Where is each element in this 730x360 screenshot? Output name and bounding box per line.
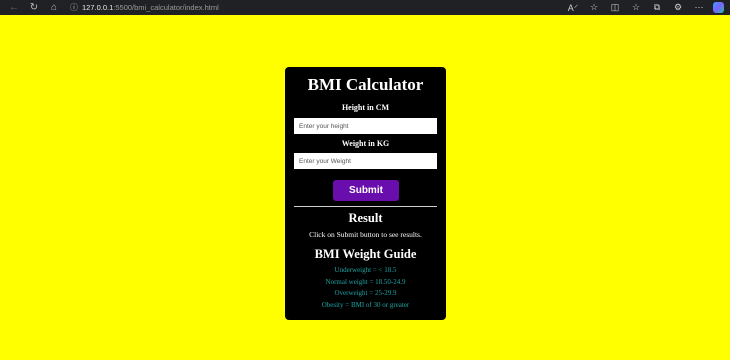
url-path: :5500/bmi_calculator/index.html bbox=[113, 3, 219, 12]
favorites-icon[interactable]: ☆ bbox=[629, 2, 643, 13]
submit-button[interactable]: Submit bbox=[333, 180, 399, 201]
guide-item-obesity: Obesity = BMI of 30 or greater bbox=[321, 300, 410, 309]
copilot-icon[interactable] bbox=[713, 2, 724, 13]
result-heading: Result bbox=[348, 211, 383, 225]
guide-item-overweight: Overweight = 25-29.9 bbox=[334, 289, 397, 297]
page-title: BMI Calculator bbox=[307, 75, 424, 94]
read-aloud-icon[interactable]: A⸍ bbox=[566, 1, 580, 14]
refresh-icon[interactable]: ↻ bbox=[24, 0, 44, 15]
bmi-calculator-card: BMI Calculator Height in CM Weight in KG… bbox=[285, 67, 446, 320]
back-arrow-icon[interactable]: ← bbox=[4, 0, 24, 15]
url-host: 127.0.0.1 bbox=[82, 3, 114, 12]
guide-item-normal: Normal weight = 18.50-24.9 bbox=[325, 277, 406, 286]
home-icon[interactable]: ⌂ bbox=[44, 0, 64, 15]
more-icon[interactable]: ⋯ bbox=[692, 2, 706, 13]
divider bbox=[294, 206, 437, 207]
star-icon[interactable]: ☆ bbox=[587, 2, 601, 13]
height-input[interactable] bbox=[294, 118, 437, 134]
address-bar[interactable]: ⓘ 127.0.0.1:5500/bmi_calculator/index.ht… bbox=[70, 2, 590, 13]
weight-input[interactable] bbox=[294, 153, 437, 169]
split-screen-icon[interactable]: ◫ bbox=[608, 2, 622, 13]
weight-label: Weight in KG bbox=[341, 139, 390, 148]
guide-item-underweight: Underweight = < 18.5 bbox=[334, 266, 397, 274]
guide-list: Underweight = < 18.5 Normal weight = 18.… bbox=[285, 265, 446, 311]
guide-heading: BMI Weight Guide bbox=[314, 247, 417, 261]
extensions-icon[interactable]: ⚙ bbox=[671, 2, 685, 13]
info-icon[interactable]: ⓘ bbox=[70, 2, 78, 13]
collections-icon[interactable]: ⧉ bbox=[650, 2, 664, 13]
height-label: Height in CM bbox=[341, 103, 390, 112]
browser-actions: A⸍ ☆ ◫ ☆ ⧉ ⚙ ⋯ bbox=[566, 0, 724, 15]
result-text: Click on Submit button to see results. bbox=[309, 230, 422, 239]
browser-toolbar: ← ↻ ⌂ ⓘ 127.0.0.1:5500/bmi_calculator/in… bbox=[0, 0, 730, 15]
